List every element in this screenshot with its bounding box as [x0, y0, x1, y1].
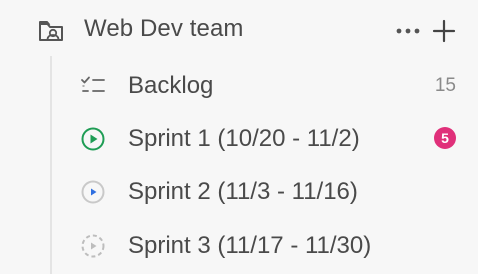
more-options-button[interactable]	[394, 20, 422, 42]
team-name: Web Dev team	[84, 15, 244, 42]
item-count: 15	[434, 75, 456, 96]
list-item-label: Sprint 2 (11/3 - 11/16)	[128, 178, 358, 205]
list-item-label: Sprint 1 (10/20 - 11/2)	[128, 125, 360, 152]
team-header[interactable]: Web Dev team	[0, 0, 478, 62]
list-item-backlog[interactable]: Backlog 15	[70, 60, 470, 110]
list-item-sprint-2[interactable]: Sprint 2 (11/3 - 11/16)	[70, 166, 470, 216]
sprint-future-icon	[81, 234, 105, 258]
notification-badge: 5	[434, 127, 456, 149]
list-item-label: Sprint 3 (11/17 - 11/30)	[128, 232, 372, 259]
backlog-icon	[81, 76, 105, 92]
list-item-label: Backlog	[128, 72, 214, 99]
sprint-current-icon	[81, 127, 105, 151]
tree-guide-line	[50, 56, 52, 274]
sidebar-team-section: Web Dev team Backlog 15 Sprint 1 (10/20 …	[0, 0, 478, 274]
more-dots-icon	[396, 28, 420, 34]
list-item-sprint-3[interactable]: Sprint 3 (11/17 - 11/30)	[70, 220, 470, 270]
team-folder-icon	[39, 21, 63, 41]
list-item-sprint-1[interactable]: Sprint 1 (10/20 - 11/2) 5	[70, 113, 470, 163]
add-icon[interactable]	[430, 17, 458, 45]
sprint-upcoming-icon	[81, 180, 105, 204]
